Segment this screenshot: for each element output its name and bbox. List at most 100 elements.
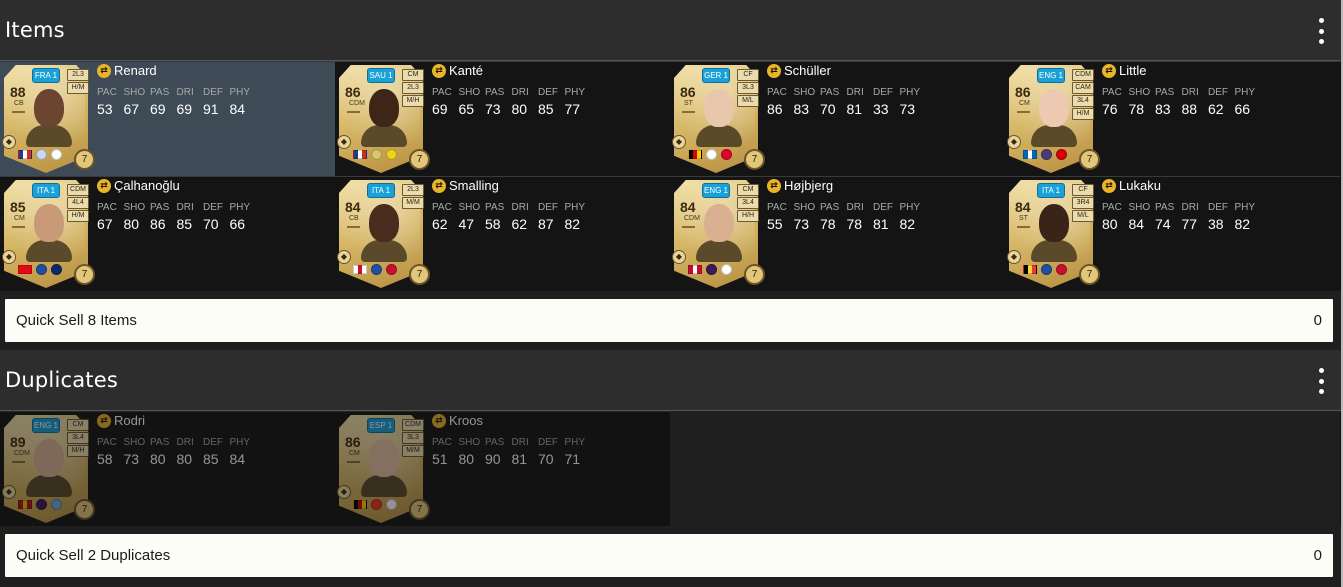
overall-rating: 84 — [345, 199, 361, 215]
overall-rating: 86 — [680, 84, 696, 100]
league-badge: SAU 1 — [367, 68, 395, 83]
player-card[interactable]: ITA 1 84 ST CF 3R4 M/L ◆ 7 — [1007, 180, 1100, 288]
player-name: Højbjerg — [784, 178, 834, 193]
club-crest-icon — [371, 499, 382, 510]
position-divider — [682, 226, 695, 228]
overall-rating: 88 — [10, 84, 26, 100]
stat-value: 71 — [564, 451, 581, 467]
club-crest-icon — [371, 264, 382, 275]
untradeable-icon: ⇄ — [767, 178, 781, 193]
player-card[interactable]: ENG 1 89 CDM CM 3L4 M/H ◆ 7 — [2, 415, 95, 523]
player-head — [369, 89, 399, 127]
player-stats: PAC SHO PAS DRI DEF PHY 80 84 74 77 38 82 — [1102, 202, 1261, 233]
playstyle-icon: ◆ — [337, 250, 351, 264]
club-crest-icon — [371, 149, 382, 160]
player-card[interactable]: FRA 1 88 CB 2L3 H/M ◆ 7 — [2, 65, 95, 173]
stat-label: PAS — [150, 437, 170, 448]
quick-sell-button[interactable]: Quick Sell 2 Duplicates 0 — [5, 534, 1333, 577]
player-head — [369, 439, 399, 477]
stat-label: SHO — [123, 202, 146, 213]
player-name-row: ⇄ Little — [1102, 63, 1146, 78]
player-card[interactable]: ESP 1 86 CM CDM 3L3 M/M ◆ 7 — [337, 415, 430, 523]
alt-position-badges: CF 3R4 M/L — [1072, 184, 1094, 222]
kebab-menu-icon[interactable] — [1317, 368, 1325, 394]
quick-sell-label: Quick Sell 2 Duplicates — [16, 547, 171, 564]
player-portrait — [1031, 204, 1077, 262]
club-crest-icon — [1056, 149, 1067, 160]
stat-label: PAS — [485, 202, 505, 213]
player-card[interactable]: ITA 1 85 CM CDM 4L4 H/M ◆ 7 — [2, 180, 95, 288]
stat-label: DEF — [538, 437, 558, 448]
kebab-menu-icon[interactable] — [1317, 18, 1325, 44]
league-badge: ITA 1 — [1037, 183, 1065, 198]
player-card[interactable]: ENG 1 86 CM CDM CAM 3L4 H/M ◆ 7 — [1007, 65, 1100, 173]
nation-club-row — [1023, 149, 1067, 160]
player-card[interactable]: ENG 1 84 CDM CM 3L4 H/H ◆ 7 — [672, 180, 765, 288]
side-badge: CDM — [402, 419, 424, 431]
position-label: CM — [14, 215, 25, 222]
side-badge: M/H — [402, 95, 424, 107]
stat-label: PHY — [564, 87, 586, 98]
player-item[interactable]: ITA 1 84 ST CF 3R4 M/L ◆ 7 ⇄ Lukaku PAC SHO PAS DRI DE… — [1005, 176, 1340, 291]
player-name-row: ⇄ Schüller — [767, 63, 831, 78]
untradeable-icon: ⇄ — [97, 63, 111, 78]
stat-label: PHY — [1234, 202, 1256, 213]
stat-value: 58 — [485, 216, 501, 232]
club-crest-icon — [36, 264, 47, 275]
stat-label: DRI — [176, 87, 194, 98]
club-crest-icon — [1041, 149, 1052, 160]
player-grid: ENG 1 89 CDM CM 3L4 M/H ◆ 7 ⇄ Rodri PAC SHO PAS DRI DE… — [0, 411, 1343, 526]
stat-label: PAC — [767, 202, 787, 213]
player-item[interactable]: ITA 1 84 CB 2L3 M/M ◆ 7 ⇄ Smalling PAC SHO PAS DRI DE… — [335, 176, 670, 291]
untradeable-icon: ⇄ — [97, 178, 111, 193]
kebab-dot — [1318, 39, 1324, 44]
player-item[interactable]: ENG 1 89 CDM CM 3L4 M/H ◆ 7 ⇄ Rodri PAC SHO PAS DRI DE… — [0, 411, 335, 526]
player-item[interactable]: ENG 1 86 CM CDM CAM 3L4 H/M ◆ 7 ⇄ Little PAC SHO PAS D… — [1005, 61, 1340, 176]
player-item[interactable]: ENG 1 84 CDM CM 3L4 H/H ◆ 7 ⇄ Højbjerg PAC SHO PAS DR… — [670, 176, 1005, 291]
player-item[interactable]: ITA 1 85 CM CDM 4L4 H/M ◆ 7 ⇄ Çalhanoğlu PAC SHO PAS… — [0, 176, 335, 291]
player-portrait — [26, 204, 72, 262]
overall-rating: 86 — [345, 434, 361, 450]
player-torso — [696, 240, 742, 262]
player-card[interactable]: GER 1 86 ST CF 3L3 M/L ◆ 7 — [672, 65, 765, 173]
stat-value: 80 — [1102, 216, 1118, 232]
stat-label: PHY — [229, 437, 251, 448]
player-card[interactable]: SAU 1 86 CDM CM 2L3 M/H ◆ 7 — [337, 65, 430, 173]
nation-flag-icon — [688, 265, 702, 274]
stat-label: SHO — [1128, 87, 1151, 98]
untradeable-icon: ⇄ — [1102, 178, 1116, 193]
player-item[interactable]: FRA 1 88 CB 2L3 H/M ◆ 7 ⇄ Renard PAC SHO PAS DRI DEF P… — [0, 61, 335, 176]
alt-position-badges: CDM 4L4 H/M — [67, 184, 89, 222]
club-crest-icon — [721, 149, 732, 160]
player-item[interactable]: GER 1 86 ST CF 3L3 M/L ◆ 7 ⇄ Schüller PAC SHO PAS DRI… — [670, 61, 1005, 176]
position-label: CDM — [14, 450, 30, 457]
club-crest-icon — [51, 499, 62, 510]
player-grid: FRA 1 88 CB 2L3 H/M ◆ 7 ⇄ Renard PAC SHO PAS DRI DEF P… — [0, 61, 1343, 291]
side-badge: 3L3 — [402, 432, 424, 444]
stat-value: 73 — [485, 101, 501, 117]
playstyle-icon: ◆ — [2, 250, 16, 264]
player-item[interactable]: ESP 1 86 CM CDM 3L3 M/M ◆ 7 ⇄ Kroos PAC SHO PAS DRI DE… — [335, 411, 670, 526]
player-head — [1039, 204, 1069, 242]
untradeable-icon: ⇄ — [97, 413, 111, 428]
stat-value: 62 — [1208, 101, 1224, 117]
quick-sell-button[interactable]: Quick Sell 8 Items 0 — [5, 299, 1333, 342]
chemistry-badge: 7 — [74, 149, 95, 170]
player-name-row: ⇄ Rodri — [97, 413, 145, 428]
stat-value: 62 — [432, 216, 448, 232]
player-card[interactable]: ITA 1 84 CB 2L3 M/M ◆ 7 — [337, 180, 430, 288]
stat-label: PHY — [899, 202, 921, 213]
alt-position-badges: CDM 3L3 M/M — [402, 419, 424, 457]
player-item[interactable]: SAU 1 86 CDM CM 2L3 M/H ◆ 7 ⇄ Kanté PAC SHO PAS DRI DE… — [335, 61, 670, 176]
stat-value: 67 — [97, 216, 113, 232]
stat-label: SHO — [458, 87, 481, 98]
nation-club-row — [18, 149, 62, 160]
side-badge: M/M — [402, 197, 424, 209]
playstyle-icon: ◆ — [672, 250, 686, 264]
stat-label: DRI — [846, 202, 864, 213]
stat-value: 80 — [150, 451, 166, 467]
kebab-dot — [1318, 18, 1324, 23]
stat-label: DEF — [1208, 87, 1228, 98]
stat-value: 84 — [229, 101, 246, 117]
stat-label: PAS — [150, 202, 170, 213]
